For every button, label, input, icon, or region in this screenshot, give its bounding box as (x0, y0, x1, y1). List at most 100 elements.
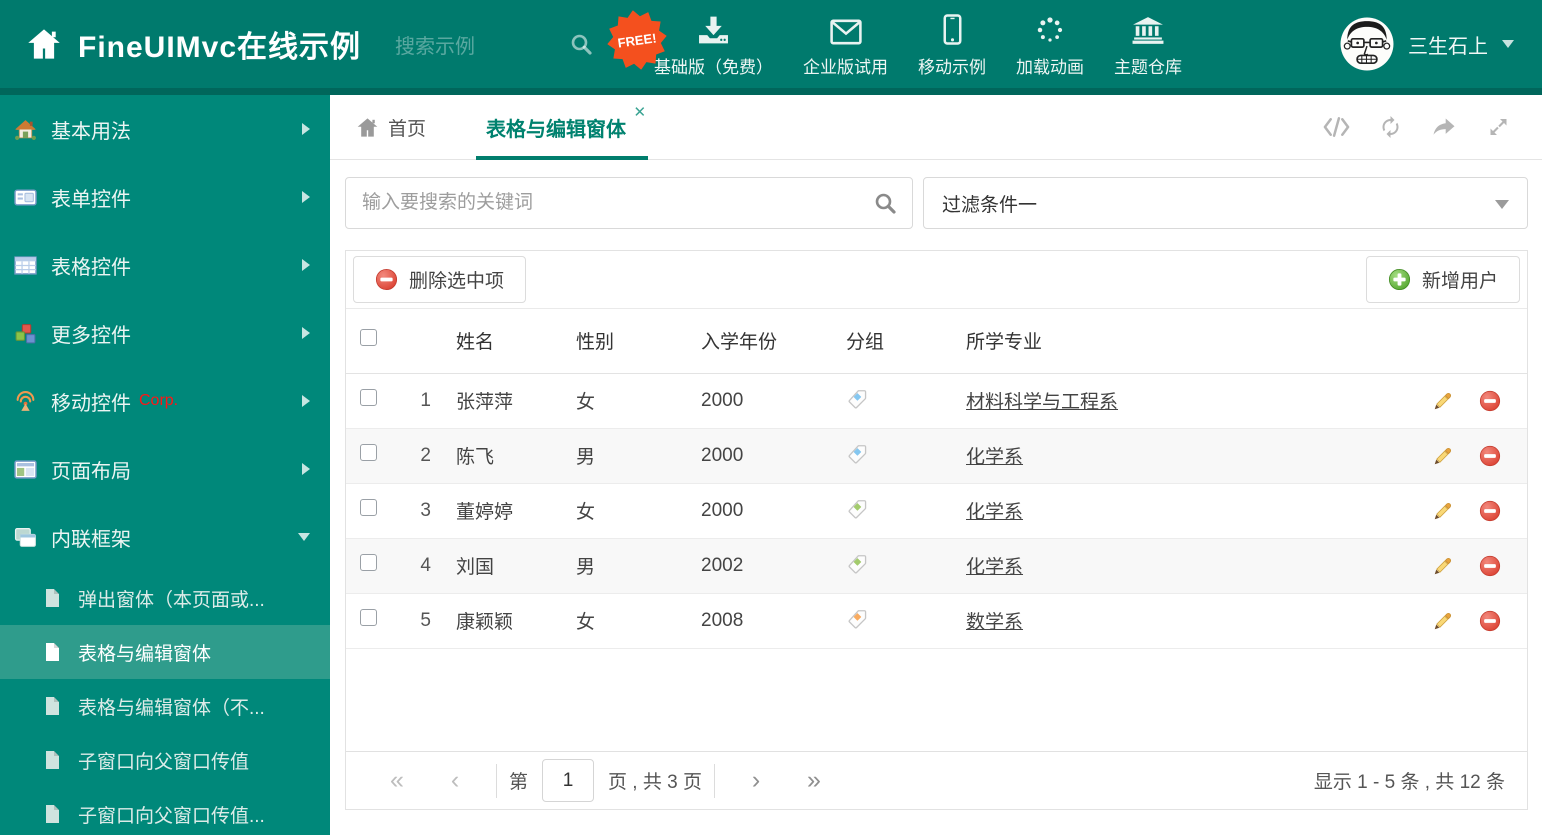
sidebar-item-more-controls[interactable]: 更多控件 (0, 299, 330, 367)
nav-item-basic-edition[interactable]: FREE! 基础版（免费） (639, 11, 788, 78)
cell-gender: 女 (561, 593, 686, 649)
download-icon (698, 11, 729, 45)
major-link[interactable]: 化学系 (966, 557, 1023, 578)
tab-home[interactable]: 首页 (346, 95, 436, 159)
grid-toolbar: 删除选中项 新增用户 (346, 251, 1527, 309)
edit-icon[interactable] (1432, 500, 1454, 522)
table-row[interactable]: 4 刘国 男 2002 化学系 (346, 538, 1527, 594)
row-number: 5 (396, 593, 441, 649)
row-checkbox[interactable] (360, 609, 377, 626)
first-page-button[interactable]: « (368, 766, 426, 795)
cell-year: 2000 (686, 428, 831, 484)
chevron-right-icon (302, 327, 310, 339)
envelope-icon (829, 11, 862, 45)
row-checkbox[interactable] (360, 389, 377, 406)
sidebar-subitem-child-to-parent[interactable]: 子窗口向父窗口传值 (0, 733, 330, 787)
search-icon[interactable] (569, 32, 593, 56)
nav-item-loading-animation[interactable]: 加载动画 (1001, 11, 1099, 78)
nav-item-mobile-demo[interactable]: 移动示例 (903, 11, 1001, 78)
major-link[interactable]: 数学系 (966, 612, 1023, 633)
add-user-button[interactable]: 新增用户 (1365, 256, 1520, 303)
cell-year: 2002 (686, 538, 831, 594)
search-icon[interactable] (873, 191, 897, 215)
delete-row-icon[interactable] (1479, 445, 1501, 467)
row-checkbox[interactable] (360, 499, 377, 516)
delete-row-icon[interactable] (1479, 555, 1501, 577)
cell-year: 2000 (686, 483, 831, 539)
column-header-group: 分组 (831, 309, 951, 374)
close-icon[interactable] (633, 103, 646, 121)
table-row[interactable]: 1 张萍萍 女 2000 材料科学与工程系 (346, 373, 1527, 429)
sidebar-item-mobile-controls[interactable]: 移动控件 Corp. (0, 367, 330, 435)
sidebar-subitem-child-to-parent-2[interactable]: 子窗口向父窗口传值... (0, 787, 330, 835)
filter-dropdown[interactable]: 过滤条件一 (923, 177, 1528, 229)
major-link[interactable]: 材料科学与工程系 (966, 392, 1118, 413)
table-row[interactable]: 3 董婷婷 女 2000 化学系 (346, 483, 1527, 539)
column-header-name: 姓名 (441, 309, 561, 374)
mobile-icon (943, 11, 962, 45)
chevron-down-icon (298, 533, 310, 541)
major-link[interactable]: 化学系 (966, 447, 1023, 468)
major-link[interactable]: 化学系 (966, 502, 1023, 523)
delete-selected-button[interactable]: 删除选中项 (353, 256, 527, 303)
pager-divider (713, 763, 715, 798)
last-page-button[interactable]: » (785, 766, 843, 795)
nav-item-enterprise-trial[interactable]: 企业版试用 (788, 11, 903, 78)
record-summary: 显示 1 - 5 条 , 共 12 条 (1313, 772, 1505, 793)
edit-icon[interactable] (1432, 390, 1454, 412)
header-search-placeholder: 搜索示例 (395, 35, 476, 58)
form-icon (14, 188, 37, 206)
home-icon (26, 27, 62, 61)
sidebar-subitem-popup-window[interactable]: 弹出窗体（本页面或... (0, 571, 330, 625)
sidebar-item-page-layout[interactable]: 页面布局 (0, 435, 330, 503)
page-number-input[interactable] (542, 759, 595, 802)
row-number: 3 (396, 483, 441, 539)
keyword-search-input[interactable] (345, 177, 913, 229)
tag-icon (846, 444, 868, 466)
frames-icon (14, 527, 36, 547)
sidebar-subitem-grid-edit-window[interactable]: 表格与编辑窗体 (0, 625, 330, 679)
cell-name: 康颖颖 (441, 593, 561, 649)
next-page-button[interactable]: › (727, 766, 785, 795)
edit-icon[interactable] (1432, 445, 1454, 467)
prev-page-button[interactable]: ‹ (426, 766, 484, 795)
select-all-checkbox[interactable] (360, 329, 377, 347)
brand[interactable]: FineUIMvc在线示例 (0, 22, 361, 66)
nav-item-theme-store[interactable]: 主题仓库 (1099, 11, 1197, 78)
tag-icon (846, 389, 868, 411)
home-icon (356, 117, 379, 138)
edit-icon[interactable] (1432, 555, 1454, 577)
row-checkbox[interactable] (360, 444, 377, 461)
table-row[interactable]: 2 陈飞 男 2000 化学系 (346, 428, 1527, 484)
edit-icon[interactable] (1432, 610, 1454, 632)
page-prefix: 第 (509, 772, 529, 793)
app-window: FineUIMvc在线示例 搜索示例 FREE! 基础版（免费） 企业版试用 移… (0, 0, 1542, 835)
page-suffix: 页 , 共 3 页 (608, 772, 702, 793)
sidebar-submenu: 弹出窗体（本页面或... 表格与编辑窗体 表格与编辑窗体（不... 子窗口向父窗… (0, 571, 330, 835)
sidebar-item-basic-usage[interactable]: 基本用法 (0, 95, 330, 163)
delete-row-icon[interactable] (1479, 390, 1501, 412)
delete-row-icon[interactable] (1479, 610, 1501, 632)
source-code-icon[interactable] (1323, 115, 1350, 139)
page-icon (42, 588, 62, 608)
header-search[interactable]: 搜索示例 (395, 30, 593, 59)
sidebar-item-form-controls[interactable]: 表单控件 (0, 163, 330, 231)
sidebar-item-inline-frame[interactable]: 内联框架 (0, 503, 330, 571)
expand-icon[interactable] (1485, 115, 1512, 139)
data-table: 姓名 性别 入学年份 分组 所学专业 1 张萍萍 女 2000 材料科学与工程系… (346, 309, 1527, 649)
sidebar-item-grid-controls[interactable]: 表格控件 (0, 231, 330, 299)
filter-row: 过滤条件一 (345, 177, 1528, 229)
grid-panel: 删除选中项 新增用户 姓名 性别 入学年份 分组 所学专业 1 张萍萍 女 20… (345, 250, 1528, 810)
refresh-icon[interactable] (1377, 115, 1404, 139)
antenna-icon (16, 390, 35, 411)
row-checkbox[interactable] (360, 554, 377, 571)
layout-icon (14, 459, 37, 479)
share-icon[interactable] (1431, 115, 1458, 139)
chevron-right-icon (302, 191, 310, 203)
tab-grid-edit-window[interactable]: 表格与编辑窗体 (476, 95, 649, 160)
table-row[interactable]: 5 康颖颖 女 2008 数学系 (346, 593, 1527, 649)
user-menu[interactable]: 三生石上 (1340, 17, 1542, 71)
sidebar-subitem-grid-edit-window-2[interactable]: 表格与编辑窗体（不... (0, 679, 330, 733)
cell-name: 董婷婷 (441, 483, 561, 539)
delete-row-icon[interactable] (1479, 500, 1501, 522)
